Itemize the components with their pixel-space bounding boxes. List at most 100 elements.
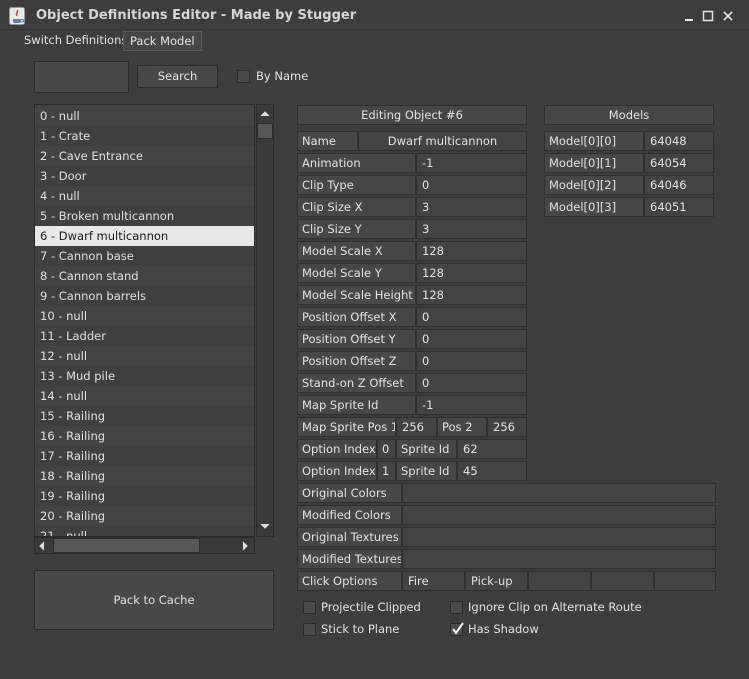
- field-value[interactable]: 0: [416, 307, 527, 327]
- model-value[interactable]: 64051: [644, 197, 714, 217]
- maximize-icon[interactable]: [702, 10, 714, 22]
- list-vertical-scroll-thumb[interactable]: [257, 123, 273, 139]
- list-item[interactable]: 21 - null: [35, 526, 254, 536]
- list-item[interactable]: 6 - Dwarf multicannon: [35, 226, 254, 246]
- list-item[interactable]: 17 - Railing: [35, 446, 254, 466]
- list-item[interactable]: 13 - Mud pile: [35, 366, 254, 386]
- list-item[interactable]: 4 - null: [35, 186, 254, 206]
- list-item[interactable]: 18 - Railing: [35, 466, 254, 486]
- sprite-id-field[interactable]: 62: [457, 439, 527, 459]
- click-option-field[interactable]: [528, 571, 591, 591]
- field-value[interactable]: 128: [416, 285, 527, 305]
- modified-colors-field[interactable]: [402, 505, 716, 525]
- model-label: Model[0][2]: [544, 175, 644, 195]
- modified-textures-field[interactable]: [402, 549, 716, 569]
- ignore-clip-checkbox[interactable]: [450, 601, 463, 614]
- option-index-label: Option Index: [297, 461, 377, 481]
- list-item[interactable]: 3 - Door: [35, 166, 254, 186]
- name-field[interactable]: Dwarf multicannon: [358, 131, 527, 151]
- field-value[interactable]: 128: [416, 241, 527, 261]
- has-shadow-checkbox[interactable]: [450, 622, 464, 636]
- model-label: Model[0][3]: [544, 197, 644, 217]
- click-option-field[interactable]: [654, 571, 716, 591]
- field-label: Model Scale Height: [297, 285, 416, 305]
- original-textures-label: Original Textures: [297, 527, 402, 547]
- field-label: Model Scale X: [297, 241, 416, 261]
- field-value[interactable]: 0: [416, 175, 527, 195]
- scroll-down-icon[interactable]: [258, 520, 272, 534]
- search-input[interactable]: [34, 61, 129, 93]
- list-item[interactable]: 14 - null: [35, 386, 254, 406]
- field-label: Map Sprite Id: [297, 395, 416, 415]
- menu-pack-model[interactable]: Pack Model: [123, 31, 202, 51]
- sprite-id-field[interactable]: 45: [457, 461, 527, 481]
- field-value[interactable]: 3: [416, 197, 527, 217]
- model-label: Model[0][0]: [544, 131, 644, 151]
- close-icon[interactable]: [722, 10, 734, 22]
- minimize-icon[interactable]: [683, 10, 695, 22]
- sprite-id-label: Sprite Id: [396, 461, 457, 481]
- field-label: Stand-on Z Offset: [297, 373, 416, 393]
- list-item[interactable]: 16 - Railing: [35, 426, 254, 446]
- model-value[interactable]: 64048: [644, 131, 714, 151]
- sprite-id-label: Sprite Id: [396, 439, 457, 459]
- model-value[interactable]: 64054: [644, 153, 714, 173]
- click-option-field[interactable]: Pick-up: [465, 571, 528, 591]
- click-option-field[interactable]: Fire: [402, 571, 465, 591]
- field-label: Position Offset Y: [297, 329, 416, 349]
- list-item[interactable]: 20 - Railing: [35, 506, 254, 526]
- field-label: Clip Size Y: [297, 219, 416, 239]
- pos-2-label: Pos 2: [437, 417, 487, 437]
- field-label: Model Scale Y: [297, 263, 416, 283]
- map-sprite-pos-1-field[interactable]: 256: [396, 417, 437, 437]
- projectile-clipped-checkbox[interactable]: [303, 601, 316, 614]
- field-value[interactable]: 0: [416, 351, 527, 371]
- by-name-checkbox[interactable]: [237, 70, 250, 83]
- list-horizontal-scroll-thumb[interactable]: [53, 538, 200, 553]
- field-label: Animation: [297, 153, 416, 173]
- list-item[interactable]: 12 - null: [35, 346, 254, 366]
- list-item[interactable]: 8 - Cannon stand: [35, 266, 254, 286]
- list-item[interactable]: 15 - Railing: [35, 406, 254, 426]
- list-item[interactable]: 2 - Cave Entrance: [35, 146, 254, 166]
- list-item[interactable]: 5 - Broken multicannon: [35, 206, 254, 226]
- list-item[interactable]: 0 - null: [35, 106, 254, 126]
- menu-switch-definitions[interactable]: Switch Definitions: [18, 31, 133, 51]
- list-item[interactable]: 11 - Ladder: [35, 326, 254, 346]
- map-sprite-pos-1-label: Map Sprite Pos 1: [297, 417, 396, 437]
- object-list[interactable]: 0 - null 1 - Crate 2 - Cave Entrance 3 - Do…: [34, 104, 255, 537]
- by-name-label: By Name: [256, 69, 309, 83]
- scroll-right-icon[interactable]: [240, 540, 250, 555]
- pos-2-field[interactable]: 256: [487, 417, 527, 437]
- modified-colors-label: Modified Colors: [297, 505, 402, 525]
- option-index-field[interactable]: 1: [377, 461, 396, 481]
- scroll-left-icon[interactable]: [37, 540, 47, 555]
- list-vertical-scrollbar[interactable]: [256, 104, 274, 537]
- field-value[interactable]: 0: [416, 329, 527, 349]
- list-item[interactable]: 10 - null: [35, 306, 254, 326]
- scroll-up-icon[interactable]: [258, 108, 272, 122]
- original-textures-field[interactable]: [402, 527, 716, 547]
- pack-to-cache-button[interactable]: Pack to Cache: [34, 570, 274, 630]
- field-label: Position Offset Z: [297, 351, 416, 371]
- original-colors-label: Original Colors: [297, 483, 402, 503]
- list-item[interactable]: 1 - Crate: [35, 126, 254, 146]
- field-value[interactable]: -1: [416, 395, 527, 415]
- list-item[interactable]: 7 - Cannon base: [35, 246, 254, 266]
- field-value[interactable]: -1: [416, 153, 527, 173]
- field-value[interactable]: 3: [416, 219, 527, 239]
- checkmark-icon: [452, 622, 464, 635]
- model-value[interactable]: 64046: [644, 175, 714, 195]
- list-item[interactable]: 9 - Cannon barrels: [35, 286, 254, 306]
- field-value[interactable]: 0: [416, 373, 527, 393]
- editing-object-header: Editing Object #6: [297, 105, 527, 125]
- option-index-field[interactable]: 0: [377, 439, 396, 459]
- original-colors-field[interactable]: [402, 483, 716, 503]
- ignore-clip-label: Ignore Clip on Alternate Route: [468, 600, 642, 614]
- click-option-field[interactable]: [591, 571, 654, 591]
- search-button[interactable]: Search: [137, 65, 218, 88]
- stick-to-plane-checkbox[interactable]: [303, 623, 316, 636]
- field-value[interactable]: 128: [416, 263, 527, 283]
- field-label: Position Offset X: [297, 307, 416, 327]
- list-item[interactable]: 19 - Railing: [35, 486, 254, 506]
